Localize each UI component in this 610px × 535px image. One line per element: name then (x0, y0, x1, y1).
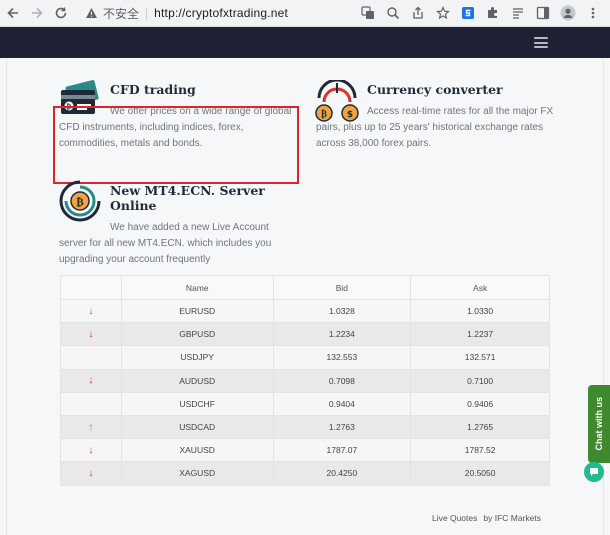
symbol-cell: AUDUSD (120, 368, 274, 393)
bid-cell: 0.7098 (272, 368, 412, 393)
trend-cell: ↓ (60, 461, 122, 486)
feature-description: Access real-time rates for all the major… (316, 106, 554, 149)
table-row: ↓ AUDUSD 0.7098 0.7100 (60, 368, 550, 393)
chat-with-us-tab[interactable]: Chat with us (588, 385, 610, 463)
trend-cell: ↓ (60, 322, 122, 347)
trend-cell: ↑ (60, 414, 122, 440)
ask-column-header: Ask (410, 275, 550, 300)
feature-title: Currency converter (367, 82, 503, 97)
provider-credit: by IFC Markets (483, 513, 541, 523)
hamburger-menu-icon[interactable] (534, 37, 548, 48)
down-arrow-icon: ↓ (88, 305, 94, 317)
toolbar-actions (359, 3, 602, 23)
site-header (0, 27, 610, 58)
page-viewport: ₿ CFD trading We offer prices on a wide … (0, 27, 610, 535)
table-header-row: Name Bid Ask (60, 275, 550, 300)
feature-description: We have added a new Live Account server … (59, 222, 272, 265)
down-arrow-icon: ↓ (88, 444, 94, 456)
quotes-credit: Live Quotes by IFC Markets (432, 513, 547, 523)
browser-toolbar: 不安全 | http://cryptofxtrading.net (0, 0, 610, 27)
ask-cell: 0.9406 (410, 391, 550, 416)
url-text[interactable]: http://cryptofxtrading.net (154, 6, 288, 20)
bid-cell: 1787.07 (272, 438, 412, 463)
back-arrow-icon (7, 7, 18, 19)
share-icon[interactable] (409, 4, 427, 22)
up-arrow-icon: ↑ (88, 421, 94, 433)
symbol-cell: USDCAD (120, 414, 274, 440)
ask-cell: 1.2237 (410, 322, 550, 347)
table-row: ↓ XAGUSD 20.4250 20.5050 (60, 461, 550, 486)
star-icon[interactable] (434, 4, 452, 22)
ask-cell: 0.7100 (410, 368, 550, 393)
chat-tab-label: Chat with us (594, 397, 604, 451)
live-quotes-link[interactable]: Live Quotes (432, 513, 477, 523)
ask-cell: 132.571 (410, 345, 550, 370)
bid-cell: 1.0328 (272, 298, 412, 324)
trend-cell: ↓ (60, 298, 122, 324)
table-row: ↓ EURUSD 1.0328 1.0330 (60, 298, 550, 324)
security-label: 不安全 (103, 6, 140, 21)
side-panel-icon[interactable] (534, 4, 552, 22)
ask-cell: 1.0330 (410, 298, 550, 324)
reload-button[interactable] (50, 2, 72, 24)
symbol-cell: EURUSD (120, 298, 274, 324)
back-button[interactable] (2, 2, 24, 24)
feature-title: CFD trading (110, 82, 196, 97)
menu-dots-icon[interactable] (584, 4, 602, 22)
quote-rows: ↓ EURUSD 1.0328 1.0330 ↓ GBPUSD 1.2234 1.2237 US… (60, 298, 550, 486)
table-row: ↓ XAUUSD 1787.07 1787.52 (60, 438, 550, 463)
down-arrow-icon: ↓ (88, 328, 94, 340)
bid-cell: 0.9404 (272, 391, 412, 416)
bid-cell: 132.553 (272, 345, 412, 370)
address-bar[interactable]: 不安全 | http://cryptofxtrading.net (84, 3, 364, 23)
profile-avatar-icon[interactable] (559, 4, 577, 22)
live-quotes-table: Name Bid Ask ↓ EURUSD 1.0328 1.0330 ↓ GBPUSD 1… (60, 275, 550, 486)
table-row: ↓ GBPUSD 1.2234 1.2237 (60, 322, 550, 347)
name-column-header: Name (120, 275, 274, 300)
ask-cell: 20.5050 (410, 461, 550, 486)
trend-cell: ↓ (60, 438, 122, 463)
forward-button[interactable] (26, 2, 48, 24)
ask-cell: 1.2765 (410, 414, 550, 440)
trend-cell: ↓ (60, 368, 122, 393)
ask-cell: 1787.52 (410, 438, 550, 463)
bid-cell: 20.4250 (272, 461, 412, 486)
reading-list-icon[interactable] (509, 4, 527, 22)
warning-icon (84, 6, 98, 20)
symbol-cell: GBPUSD (120, 322, 274, 347)
highlight-box (53, 106, 299, 184)
omnibox-separator: | (145, 6, 149, 20)
forward-arrow-icon (32, 7, 43, 19)
symbol-cell: USDCHF (120, 391, 274, 416)
translate-icon[interactable] (359, 4, 377, 22)
chat-bubble-icon[interactable] (584, 462, 604, 482)
symbol-cell: XAGUSD (120, 461, 274, 486)
feature-mt4-ecn: New MT4.ECN. Server Online We have added… (59, 183, 289, 268)
table-row: USDCHF 0.9404 0.9406 (60, 391, 550, 416)
trend-column-header (60, 275, 122, 300)
table-row: ↑ USDCAD 1.2763 1.2765 (60, 414, 550, 440)
trend-cell (60, 345, 122, 370)
reload-icon (55, 7, 67, 19)
zoom-icon[interactable] (384, 4, 402, 22)
down-arrow-icon: ↓ (88, 375, 94, 387)
extension-s-icon[interactable] (459, 4, 477, 22)
bid-column-header: Bid (272, 275, 412, 300)
symbol-cell: USDJPY (120, 345, 274, 370)
trend-cell (60, 391, 122, 416)
table-row: USDJPY 132.553 132.571 (60, 345, 550, 370)
extensions-puzzle-icon[interactable] (484, 4, 502, 22)
symbol-cell: XAUUSD (120, 438, 274, 463)
feature-title: New MT4.ECN. Server Online (110, 183, 265, 213)
down-arrow-icon: ↓ (88, 467, 94, 479)
feature-currency-converter: Currency converter Access real-time rate… (316, 82, 560, 152)
bid-cell: 1.2234 (272, 322, 412, 347)
bid-cell: 1.2763 (272, 414, 412, 440)
